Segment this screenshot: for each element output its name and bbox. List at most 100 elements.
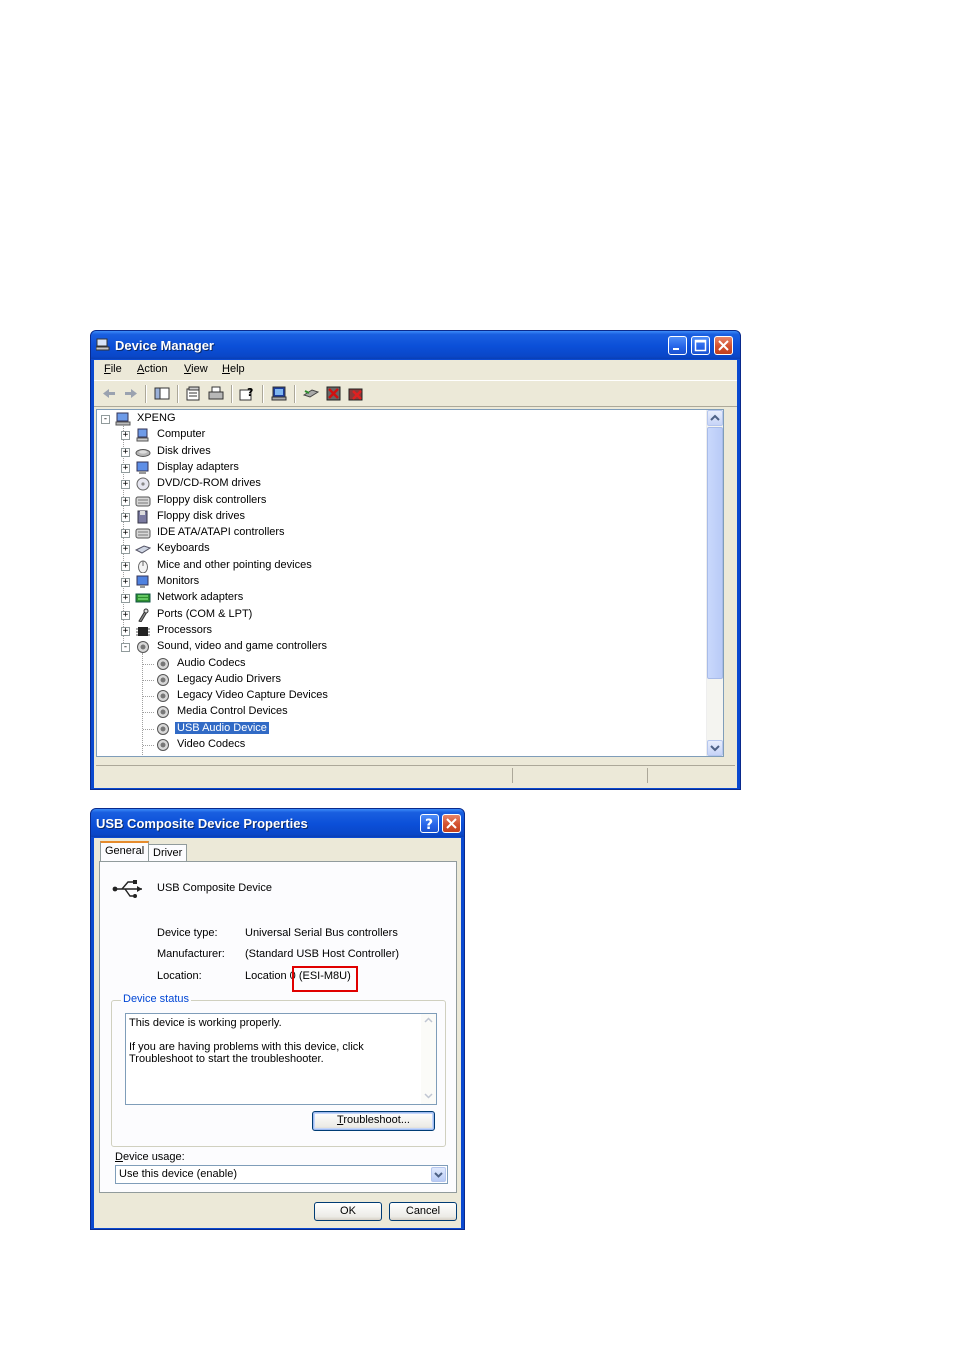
question-icon: ?: [425, 817, 433, 833]
device-status-textbox[interactable]: This device is working properly. If you …: [125, 1013, 437, 1105]
scroll-thumb[interactable]: [707, 427, 723, 679]
device-status-text: This device is working properly. If you …: [129, 1017, 419, 1077]
expand-icon[interactable]: +: [121, 496, 130, 506]
cancel-button[interactable]: Cancel: [389, 1202, 457, 1221]
collapse-icon[interactable]: -: [121, 643, 130, 653]
tree-connector-line: [143, 696, 154, 698]
device-type-label: Device type:: [157, 927, 218, 939]
expand-icon[interactable]: +: [121, 512, 130, 522]
tree-node-label: Display adapters: [157, 460, 239, 473]
status-scrollbar[interactable]: [421, 1014, 436, 1104]
toolbar-separator: [231, 385, 233, 403]
disk-drive-icon: [135, 448, 151, 457]
device-status-label: Device status: [121, 993, 192, 1005]
expand-icon[interactable]: +: [121, 447, 130, 457]
tree-node-label: Keyboards: [157, 542, 210, 555]
forward-icon[interactable]: [122, 385, 140, 402]
ok-button[interactable]: OK: [314, 1202, 382, 1221]
minimize-icon: [673, 348, 679, 350]
status-scroll-down[interactable]: [421, 1089, 436, 1104]
properties-client: General Driver USB Composite Device Devi…: [94, 838, 461, 1228]
expand-icon[interactable]: +: [121, 529, 130, 539]
menu-file[interactable]: File: [104, 363, 122, 375]
device-usage-dropdown-button[interactable]: [431, 1167, 446, 1182]
location-highlight-box: [292, 966, 358, 992]
speaker-icon: [157, 706, 169, 719]
collapse-icon[interactable]: -: [101, 415, 110, 424]
expand-icon[interactable]: +: [121, 610, 130, 620]
properties-titlebar[interactable]: USB Composite Device Properties ?: [91, 809, 464, 837]
expand-icon[interactable]: +: [121, 480, 130, 490]
svg-text:?: ?: [425, 817, 433, 832]
menu-bar: File Action View Help: [94, 360, 737, 381]
device-usage-select[interactable]: Use this device (enable): [115, 1165, 448, 1184]
device-usage-value: Use this device (enable): [119, 1168, 238, 1180]
mouse-icon: [138, 560, 148, 573]
help-icon[interactable]: ?: [238, 385, 256, 402]
tree-node-label: XPENG: [137, 412, 176, 424]
tree-node-label: Computer: [157, 428, 206, 441]
status-bar-pane: [647, 768, 648, 783]
update-driver-icon[interactable]: [302, 385, 320, 402]
tab-driver[interactable]: Driver: [148, 844, 188, 861]
tree-node-label: Legacy Video Capture Devices: [177, 689, 328, 702]
properties-icon[interactable]: [184, 385, 202, 402]
dialog-close-button[interactable]: [442, 814, 461, 833]
computer-icon: [136, 428, 149, 442]
help-button[interactable]: ?: [420, 814, 439, 833]
chevron-down-icon: [710, 745, 720, 752]
close-icon: [718, 340, 729, 351]
tree-connector-line: [143, 663, 154, 665]
device-manager-window: Device Manager File Action View Help ? X…: [90, 330, 741, 790]
status-message-troubleshoot: If you are having problems with this dev…: [129, 1041, 364, 1065]
tree-node-label: USB Audio Device: [175, 721, 269, 734]
disable-device-icon[interactable]: [325, 385, 343, 402]
tree-connector-line: [143, 712, 154, 714]
status-scroll-up[interactable]: [421, 1014, 436, 1029]
expand-icon[interactable]: +: [121, 561, 130, 571]
device-name: USB Composite Device: [157, 882, 272, 894]
status-bar-pane: [512, 768, 513, 783]
minimize-button[interactable]: [668, 336, 687, 355]
menu-help[interactable]: Help: [222, 363, 245, 375]
close-button[interactable]: [714, 336, 733, 355]
show-hide-console-tree-icon[interactable]: [153, 385, 171, 402]
tree-node-label: Mice and other pointing devices: [157, 558, 312, 571]
tree-node-label: Sound, video and game controllers: [157, 640, 327, 653]
chevron-down-icon: [434, 1172, 443, 1178]
expand-icon[interactable]: +: [121, 463, 130, 473]
tree-node-label: IDE ATA/ATAPI controllers: [157, 526, 285, 539]
expand-icon[interactable]: +: [121, 578, 130, 587]
troubleshoot-button[interactable]: Troubleshoot...: [312, 1111, 435, 1131]
tab-general[interactable]: General: [100, 841, 150, 861]
toolbar: ?: [94, 381, 737, 407]
tree-node-label: Ports (COM & LPT): [157, 607, 253, 620]
menu-view[interactable]: View: [184, 363, 208, 375]
tree-node-label: Video Codecs: [177, 738, 246, 750]
port-icon: [138, 608, 149, 622]
maximize-button[interactable]: [691, 336, 710, 355]
menu-action[interactable]: Action: [137, 363, 168, 375]
manufacturer-label: Manufacturer:: [157, 948, 225, 960]
device-manager-titlebar[interactable]: Device Manager: [91, 331, 740, 359]
scroll-down-button[interactable]: [707, 740, 723, 756]
expand-icon[interactable]: +: [121, 545, 130, 555]
keyboard-icon: [135, 545, 151, 554]
speaker-icon: [157, 690, 169, 703]
back-icon[interactable]: [100, 385, 118, 402]
scan-hardware-icon[interactable]: [270, 385, 288, 402]
speaker-icon: [157, 722, 169, 735]
expand-icon[interactable]: +: [121, 626, 130, 636]
tree-node-label: Disk drives: [157, 444, 211, 457]
chevron-down-icon: [424, 1093, 433, 1099]
tree-vertical-scrollbar[interactable]: [706, 410, 723, 756]
device-tree[interactable]: XPENG - Computer + Disk drives + Display adapt…: [96, 409, 724, 757]
usb-icon: [112, 880, 142, 898]
scroll-up-button[interactable]: [707, 410, 723, 426]
maximize-icon: [694, 339, 707, 352]
device-manager-client: File Action View Help ? XPENG - Computer…: [94, 360, 737, 788]
expand-icon[interactable]: +: [121, 594, 130, 604]
print-icon[interactable]: [207, 385, 225, 402]
expand-icon[interactable]: +: [121, 431, 130, 441]
uninstall-device-icon[interactable]: [347, 385, 365, 402]
